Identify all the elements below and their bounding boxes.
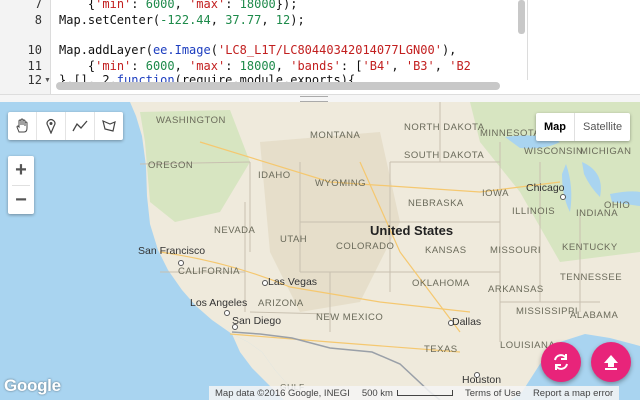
map-label-kansas: KANSAS <box>425 245 467 256</box>
map-type-map-button[interactable]: Map <box>536 113 575 141</box>
map-label-north-dakota: NORTH DAKOTA <box>404 122 485 133</box>
map-label-utah: UTAH <box>280 234 308 245</box>
map-type-control: Map Satellite <box>536 113 631 141</box>
polyline-icon[interactable] <box>66 112 95 140</box>
map-label-alabama: ALABAMA <box>570 310 619 321</box>
map-label-texas: TEXAS <box>424 344 458 355</box>
map-label-oklahoma: OKLAHOMA <box>412 278 470 289</box>
map-label-washington: WASHINGTON <box>156 115 226 126</box>
scale-bar <box>396 389 453 396</box>
zoom-out-button[interactable]: − <box>8 186 34 215</box>
hand-icon[interactable] <box>8 112 37 140</box>
map-label-united-states: United States <box>370 223 454 238</box>
map-label-san-francisco: San Francisco <box>138 245 206 257</box>
map-label-iowa: IOWA <box>482 188 509 199</box>
drawing-toolbar <box>8 112 123 140</box>
marker-icon[interactable] <box>37 112 66 140</box>
map-label-minnesota: MINNESOTA <box>480 128 541 139</box>
upload-icon <box>604 355 618 370</box>
map-label-oregon: OREGON <box>148 160 194 171</box>
map-label-kentucky: KENTUCKY <box>562 242 618 253</box>
map-label-michigan: MICHIGAN <box>580 146 632 157</box>
fold-toggle-icon[interactable]: ▼ <box>44 77 51 84</box>
map-label-ohio: OHIO <box>604 200 631 211</box>
google-logo: Google <box>4 376 61 395</box>
editor-divider <box>527 0 528 80</box>
map-label-new-mexico: NEW MEXICO <box>316 312 384 323</box>
map-label-houston: Houston <box>462 374 502 386</box>
map-label-california: CALIFORNIA <box>178 266 241 277</box>
terms-link[interactable]: Terms of Use <box>459 388 527 399</box>
code-line[interactable]: Map.setCenter(-122.44, 37.77, 12); <box>59 10 305 30</box>
map-label-nebraska: NEBRASKA <box>408 198 464 209</box>
map-label-tennessee: TENNESSEE <box>560 272 623 283</box>
zoom-control: + − <box>8 156 34 214</box>
zoom-in-button[interactable]: + <box>8 156 34 185</box>
map-canvas[interactable]: WASHINGTON OREGON IDAHO MONTANA NORTH DA… <box>0 102 640 400</box>
map-label-colorado: COLORADO <box>336 241 395 252</box>
map-label-arizona: ARIZONA <box>258 298 304 309</box>
scale-indicator: 500 km <box>356 388 459 399</box>
map-attribution-bar: Map data ©2016 Google, INEGI 500 km Term… <box>209 386 620 400</box>
map-data-credit: Map data ©2016 Google, INEGI <box>215 387 350 399</box>
map-label-arkansas: ARKANSAS <box>488 284 544 295</box>
map-label-mississippi: MISSISSIPPI <box>516 306 578 317</box>
city-marker <box>178 260 184 266</box>
polygon-icon[interactable] <box>95 112 123 140</box>
map-label-las-vegas: Las Vegas <box>268 276 318 288</box>
upload-button[interactable] <box>591 342 631 382</box>
map-label-san-diego: San Diego <box>232 315 282 327</box>
map-label-los-angeles: Los Angeles <box>190 297 248 309</box>
report-error-link[interactable]: Report a map error <box>527 388 619 399</box>
map-label-chicago: Chicago <box>526 182 565 194</box>
map-type-satellite-button[interactable]: Satellite <box>575 113 630 141</box>
code-editor[interactable]: 7 8 10 11 12 ▼ {'min': 6000, 'max': 1800… <box>0 0 640 94</box>
line-number: 12 <box>27 73 42 87</box>
horizontal-scrollbar[interactable] <box>56 82 500 90</box>
line-number: 8 <box>34 13 42 27</box>
map-label-illinois: ILLINOIS <box>512 206 556 217</box>
city-marker <box>560 194 566 200</box>
map-label-south-dakota: SOUTH DAKOTA <box>404 150 485 161</box>
map-label-dallas: Dallas <box>452 316 482 328</box>
line-number-gutter: 7 8 10 11 12 ▼ <box>0 0 51 94</box>
map-label-wyoming: WYOMING <box>315 178 366 189</box>
map-label-montana: MONTANA <box>310 130 361 141</box>
city-marker <box>224 310 230 316</box>
refresh-button[interactable] <box>541 342 581 382</box>
map-label-missouri: MISSOURI <box>490 245 541 256</box>
vertical-scrollbar[interactable] <box>518 0 525 34</box>
scale-label: 500 km <box>361 387 393 399</box>
map-label-idaho: IDAHO <box>258 170 291 181</box>
map-label-nevada: NEVADA <box>214 225 256 236</box>
refresh-icon <box>554 354 568 370</box>
map-label-wisconsin: WISCONSIN <box>524 146 584 157</box>
